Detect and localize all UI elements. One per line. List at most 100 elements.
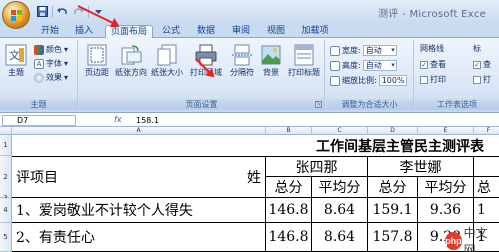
print-titles-button[interactable]: 打印标题	[285, 42, 323, 90]
value-cell[interactable]: 146.8	[266, 223, 312, 252]
headings-view-checkbox[interactable]: ✓ 查	[473, 58, 491, 71]
save-icon[interactable]	[36, 5, 49, 18]
column-header-a[interactable]: A	[12, 127, 266, 135]
tab-home[interactable]: 开始	[37, 25, 63, 39]
colors-icon	[34, 44, 44, 55]
value-cell[interactable]: 8.64	[312, 223, 368, 252]
margins-button[interactable]: 页边距	[81, 42, 113, 90]
theme-button-label: 主题	[8, 68, 24, 77]
gridlines-view-label: 查看	[430, 60, 446, 69]
headings-print-checkbox[interactable]: 打	[473, 73, 491, 86]
person-1-header[interactable]: 张四那	[266, 156, 368, 177]
office-logo-icon	[11, 10, 22, 21]
sub-header-total[interactable]: 总	[474, 177, 499, 198]
excel-window: 测评 - Microsoft Exce 开始 插入 页面布局 公式 数据 审阅 …	[0, 0, 499, 252]
value-cell[interactable]: 146.8	[266, 198, 312, 223]
column-header-b[interactable]: B	[266, 127, 312, 135]
row-header-1[interactable]: 1	[0, 135, 12, 156]
column-header-d[interactable]: D	[368, 127, 418, 135]
background-button[interactable]: 背景	[257, 42, 285, 90]
name-box[interactable]: D7	[2, 115, 76, 126]
paper-size-button[interactable]: 纸张大小	[149, 42, 185, 90]
scale-spinner[interactable]: 100%	[378, 75, 407, 86]
margins-icon	[86, 44, 108, 66]
svg-text:文: 文	[9, 48, 20, 62]
value-cell[interactable]: 159.1	[368, 198, 418, 223]
window-title: 测评 - Microsoft Exce	[378, 9, 487, 20]
scale-to-fit-group: 宽度: 自动 高度: 自动 缩放比例: 100% 调整为合适大小	[326, 40, 414, 111]
value-cell[interactable]: 8.64	[312, 198, 368, 223]
gridlines-print-label: 打印	[430, 75, 446, 84]
row-header-5[interactable]: 5	[0, 223, 12, 252]
fx-icon[interactable]: fx	[114, 115, 122, 124]
tab-review[interactable]: 审阅	[228, 25, 254, 39]
sheet-title-cell[interactable]: 工作间基层主管民主测评表	[266, 135, 499, 156]
sheet-options-group-label: 工作表选项	[415, 99, 499, 110]
header-item-cell[interactable]: 评项目 姓	[12, 156, 266, 198]
title-bar: 测评 - Microsoft Exce	[0, 0, 499, 29]
width-control: 宽度: 自动	[330, 44, 397, 57]
value-cell[interactable]: 1	[474, 198, 499, 223]
gridlines-view-checkbox[interactable]: ✓ 查看	[420, 58, 446, 71]
colors-label: 颜色	[46, 45, 62, 54]
sub-header-average[interactable]: 平均分	[312, 177, 368, 198]
height-dropdown[interactable]: 自动	[362, 60, 397, 71]
row-header-2[interactable]: 2	[0, 156, 12, 198]
effects-label: 效果	[46, 73, 62, 82]
effects-button[interactable]: 效果 ▾	[34, 71, 68, 84]
value-cell[interactable]: 9.36	[418, 198, 474, 223]
formula-bar: D7 fx 158.1	[0, 114, 499, 127]
value-cell[interactable]: 157.8	[368, 223, 418, 252]
select-all-corner[interactable]	[0, 127, 12, 135]
height-icon	[330, 60, 340, 71]
unchecked-box-icon	[473, 75, 481, 84]
tab-view[interactable]: 视图	[263, 25, 289, 39]
breaks-button[interactable]: 分隔符	[227, 42, 257, 90]
height-control: 高度: 自动	[330, 59, 397, 72]
unchecked-box-icon	[420, 75, 428, 84]
undo-icon[interactable]	[56, 5, 69, 18]
sheet-options-group: 网格线 ✓ 查看 打印 标 ✓ 查 打 工作表选项	[415, 40, 499, 111]
print-area-button[interactable]: 打印区域	[187, 42, 225, 90]
sub-header-total[interactable]: 总分	[266, 177, 312, 198]
item-cell[interactable]: 1、爱岗敬业不计较个人得失	[12, 198, 266, 223]
sheet-options-label-text: 工作表选项	[437, 100, 477, 109]
headings-view-label: 查	[483, 60, 491, 69]
print-titles-label: 打印标题	[288, 68, 320, 77]
sub-header-total[interactable]: 总分	[368, 177, 418, 198]
column-header-f[interactable]: F	[474, 127, 499, 135]
breaks-icon	[231, 44, 253, 66]
page-setup-launcher-icon[interactable]: ↘	[315, 101, 322, 108]
gridlines-print-checkbox[interactable]: 打印	[420, 73, 446, 86]
person-2-header[interactable]: 李世娜	[368, 156, 474, 177]
checkmark-icon: ✓	[420, 60, 428, 69]
colors-button[interactable]: 颜色 ▾	[34, 43, 68, 56]
tab-add-ins[interactable]: 加载项	[297, 25, 333, 39]
margins-label: 页边距	[85, 68, 109, 77]
orientation-button[interactable]: 纸张方向	[113, 42, 149, 90]
formula-input[interactable]: 158.1	[136, 115, 159, 126]
row-header-4[interactable]: 4	[0, 198, 12, 223]
paper-size-icon	[156, 44, 178, 66]
theme-button[interactable]: 文 主题	[2, 42, 30, 90]
page-setup-label-text: 页面设置	[185, 100, 218, 109]
item-cell[interactable]: 2、有责任心	[12, 223, 266, 252]
paper-size-label: 纸张大小	[151, 68, 183, 77]
sub-header-average[interactable]: 平均分	[418, 177, 474, 198]
fonts-button[interactable]: A 字体 ▾	[34, 57, 68, 70]
person-3-header[interactable]	[474, 156, 499, 177]
headings-title: 标	[473, 44, 481, 53]
scale-group-label: 调整为合适大小	[326, 99, 413, 110]
print-titles-icon	[293, 44, 315, 66]
tab-insert[interactable]: 插入	[71, 25, 97, 39]
column-header-e[interactable]: E	[418, 127, 474, 135]
tab-data[interactable]: 数据	[193, 25, 219, 39]
headings-print-label: 打	[483, 75, 491, 84]
eval-item-header: 评项目	[16, 170, 58, 186]
office-button[interactable]	[2, 1, 30, 29]
tab-formulas[interactable]: 公式	[158, 25, 184, 39]
width-dropdown[interactable]: 自动	[362, 45, 397, 56]
scale-icon	[330, 75, 340, 86]
breaks-label: 分隔符	[230, 68, 254, 77]
column-header-c[interactable]: C	[312, 127, 368, 135]
